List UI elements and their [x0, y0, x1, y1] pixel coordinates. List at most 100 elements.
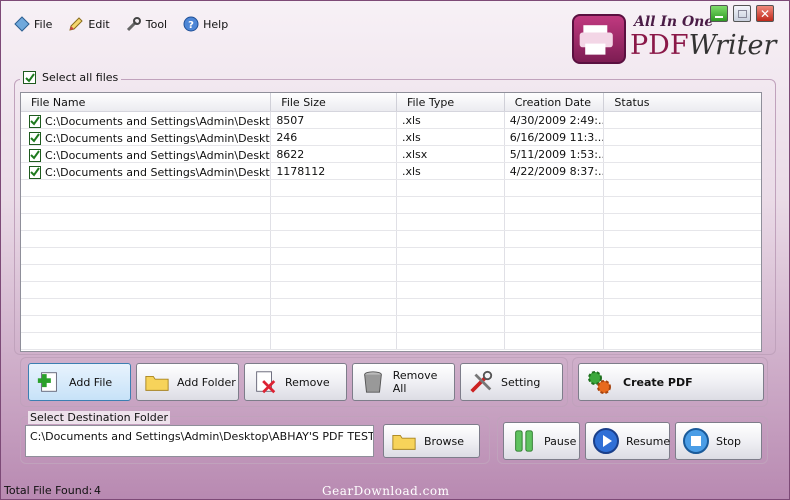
table-empty-cell	[505, 299, 605, 315]
pause-button[interactable]: Pause	[503, 422, 580, 460]
table-cell-text: 246	[276, 131, 298, 144]
table-empty-cell	[271, 197, 397, 213]
table-empty-cell	[397, 231, 505, 247]
destination-path-input[interactable]: C:\Documents and Settings\Admin\Desktop\…	[25, 425, 374, 457]
table-empty-row	[21, 299, 761, 316]
table-empty-cell	[604, 214, 761, 230]
menu-help[interactable]: ? Help	[183, 16, 228, 32]
column-status[interactable]: Status	[604, 93, 761, 111]
checkmark-icon	[30, 133, 40, 143]
column-file-size[interactable]: File Size	[271, 93, 397, 111]
table-empty-cell	[21, 248, 272, 264]
close-button[interactable]: ✕	[756, 5, 774, 22]
create-pdf-button[interactable]: Create PDF	[578, 363, 764, 401]
table-empty-cell	[505, 282, 605, 298]
row-checkbox[interactable]	[29, 148, 41, 162]
table-cell-size: 1178112	[271, 163, 397, 179]
column-file-type[interactable]: File Type	[397, 93, 505, 111]
table-empty-cell	[397, 282, 505, 298]
table-empty-cell	[604, 282, 761, 298]
logo-title-pdf: PDF	[630, 30, 689, 61]
menu-help-label: Help	[203, 17, 229, 31]
table-empty-cell	[21, 214, 272, 230]
table-cell-text: .xls	[401, 114, 421, 127]
select-all-checkbox[interactable]	[23, 71, 36, 84]
setting-button[interactable]: Setting	[460, 363, 563, 401]
table-empty-row	[21, 214, 761, 231]
table-cell-date: 5/11/2009 1:53:...	[505, 146, 605, 162]
total-files-count: 4	[94, 484, 101, 497]
table-cell-text: C:\Documents and Settings\Admin\Desktop.…	[45, 165, 272, 179]
stop-button[interactable]: Stop	[675, 422, 762, 460]
table-row[interactable]: C:\Documents and Settings\Admin\Desktop.…	[21, 129, 761, 146]
table-empty-cell	[21, 180, 272, 196]
table-empty-cell	[604, 299, 761, 315]
row-checkbox[interactable]	[29, 114, 41, 128]
minimize-button[interactable]	[710, 5, 728, 22]
menu-bar: File Edit Tool ? Help	[14, 16, 228, 32]
table-cell-size: 8507	[271, 112, 397, 128]
table-cell-name: C:\Documents and Settings\Admin\Desktop.…	[21, 146, 272, 162]
add-file-button[interactable]: Add File	[28, 363, 131, 401]
table-empty-cell	[21, 282, 272, 298]
resume-label: Resume	[626, 434, 671, 448]
resume-button[interactable]: Resume	[585, 422, 670, 460]
table-empty-cell	[604, 248, 761, 264]
table-empty-cell	[397, 248, 505, 264]
table-cell-type: .xls	[397, 129, 505, 145]
remove-button[interactable]: Remove	[244, 363, 347, 401]
table-cell-text: 6/16/2009 11:3...	[509, 131, 605, 144]
table-header: File Name File Size File Type Creation D…	[21, 93, 761, 112]
row-checkbox[interactable]	[29, 165, 41, 179]
table-cell-status	[604, 163, 761, 179]
menu-edit[interactable]: Edit	[68, 16, 110, 32]
table-cell-status	[604, 146, 761, 162]
add-folder-button[interactable]: Add Folder	[136, 363, 239, 401]
browse-button[interactable]: Browse	[383, 424, 480, 458]
table-empty-cell	[397, 197, 505, 213]
pause-label: Pause	[544, 434, 577, 448]
table-empty-cell	[271, 265, 397, 281]
stop-label: Stop	[716, 434, 742, 448]
table-cell-status	[604, 112, 761, 128]
add-file-icon	[35, 368, 63, 396]
table-cell-size: 246	[271, 129, 397, 145]
total-files-label: Total File Found:	[4, 484, 93, 497]
select-all[interactable]: Select all files	[20, 71, 122, 84]
settings-tools-icon	[467, 368, 495, 396]
table-empty-cell	[21, 333, 272, 349]
row-checkbox[interactable]	[29, 131, 41, 145]
file-table: File Name File Size File Type Creation D…	[20, 92, 762, 352]
browse-folder-icon	[390, 427, 418, 455]
menu-tool[interactable]: Tool	[126, 16, 167, 32]
table-row[interactable]: C:\Documents and Settings\Admin\Desktop.…	[21, 163, 761, 180]
checkmark-icon	[30, 150, 40, 160]
create-pdf-label: Create PDF	[623, 375, 693, 389]
table-empty-cell	[271, 282, 397, 298]
table-empty-cell	[604, 265, 761, 281]
logo-title-writer: Writer	[688, 30, 777, 61]
table-empty-row	[21, 316, 761, 333]
table-row[interactable]: C:\Documents and Settings\Admin\Desktop.…	[21, 146, 761, 163]
table-empty-cell	[505, 265, 605, 281]
table-cell-text: 1178112	[276, 165, 326, 178]
maximize-button[interactable]	[733, 5, 751, 22]
remove-all-button[interactable]: Remove All	[352, 363, 455, 401]
table-empty-cell	[505, 248, 605, 264]
menu-tool-label: Tool	[145, 17, 168, 31]
table-row[interactable]: C:\Documents and Settings\Admin\Desktop.…	[21, 112, 761, 129]
table-cell-name: C:\Documents and Settings\Admin\Desktop.…	[21, 129, 272, 145]
column-file-name[interactable]: File Name	[21, 93, 272, 111]
folder-icon	[143, 368, 171, 396]
table-empty-cell	[271, 214, 397, 230]
table-empty-row	[21, 248, 761, 265]
table-body: C:\Documents and Settings\Admin\Desktop.…	[21, 112, 761, 350]
table-empty-cell	[271, 299, 397, 315]
menu-file[interactable]: File	[14, 16, 52, 32]
table-empty-cell	[21, 316, 272, 332]
help-icon: ?	[183, 16, 199, 32]
table-empty-cell	[505, 333, 605, 349]
column-creation-date[interactable]: Creation Date	[505, 93, 605, 111]
printer-logo-icon	[572, 14, 626, 64]
remove-file-icon	[251, 368, 279, 396]
